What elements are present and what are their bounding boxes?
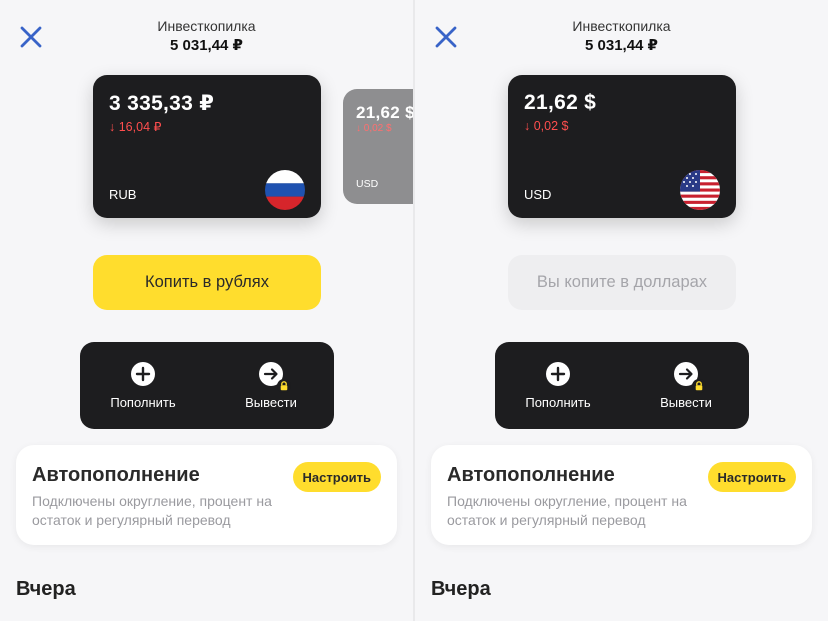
configure-button[interactable]: Настроить xyxy=(292,462,381,492)
topup-button[interactable]: Пополнить xyxy=(88,361,198,410)
page-title: Инвесткопилка xyxy=(572,18,671,34)
autotopup-description: Подключены округление, процент на остато… xyxy=(32,493,272,528)
card-amount: 21,62 $ xyxy=(356,103,413,122)
withdraw-button[interactable]: Вывести xyxy=(216,361,326,410)
autotopup-card[interactable]: Автопополнение Подключены округление, пр… xyxy=(431,445,812,545)
card-currency-code: RUB xyxy=(109,187,137,202)
section-header-yesterday: Вчера xyxy=(431,578,491,600)
card-currency-code: USD xyxy=(524,187,552,202)
saving-in-dollars-button[interactable]: Вы копите в долларах xyxy=(508,255,736,310)
section-header-yesterday: Вчера xyxy=(16,578,76,600)
card-amount: 21,62 $ xyxy=(524,91,597,114)
currency-card-rub[interactable]: 3 335,33 ₽ ↓ 16,04 ₽ RUB xyxy=(93,75,321,218)
screen-right: Инвесткопилка 5 031,44 ₽ 21,62 $ ↓ 0,02 … xyxy=(415,0,828,621)
currency-card-usd[interactable]: 21,62 $ ↓ 0,02 $ USD xyxy=(508,75,736,218)
usa-flag-icon xyxy=(680,170,720,210)
plus-circle-icon xyxy=(130,361,156,387)
card-change-value: 16,04 ₽ xyxy=(118,120,162,134)
lock-icon xyxy=(277,379,291,393)
arrow-right-circle-icon xyxy=(673,361,706,393)
card-currency-code: USD xyxy=(356,178,379,190)
withdraw-label: Вывести xyxy=(245,395,297,410)
arrow-right-circle-icon xyxy=(258,361,291,393)
withdraw-label: Вывести xyxy=(660,395,712,410)
autotopup-title: Автопополнение xyxy=(32,464,200,486)
currency-card-usd-peek[interactable]: 21,62 $ ↓ 0,02 $ USD xyxy=(343,89,413,204)
total-balance: 5 031,44 ₽ xyxy=(170,37,243,54)
actions-panel: Пополнить Вывести xyxy=(80,342,334,429)
lock-icon xyxy=(692,379,706,393)
configure-button[interactable]: Настроить xyxy=(707,462,796,492)
card-change-value: 0,02 $ xyxy=(533,119,569,133)
plus-circle-icon xyxy=(545,361,571,387)
page-title: Инвесткопилка xyxy=(157,18,256,34)
card-amount: 3 335,33 ₽ xyxy=(109,92,215,115)
autotopup-title: Автопополнение xyxy=(447,464,615,486)
autotopup-card[interactable]: Автопополнение Подключены округление, пр… xyxy=(16,445,397,545)
card-change: ↓ 0,02 $ xyxy=(524,119,569,133)
card-change: ↓ 16,04 ₽ xyxy=(109,120,162,134)
autotopup-description: Подключены округление, процент на остато… xyxy=(447,493,687,528)
actions-panel: Пополнить Вывести xyxy=(495,342,749,429)
topup-button[interactable]: Пополнить xyxy=(503,361,613,410)
total-balance: 5 031,44 ₽ xyxy=(585,37,658,54)
save-in-rubles-button[interactable]: Копить в рублях xyxy=(93,255,321,310)
russia-flag-icon xyxy=(265,170,305,210)
topup-label: Пополнить xyxy=(110,395,176,410)
card-change: ↓ 0,02 $ xyxy=(356,123,392,134)
screen-left: Инвесткопилка 5 031,44 ₽ 3 335,33 ₽ ↓ 16… xyxy=(0,0,413,621)
withdraw-button[interactable]: Вывести xyxy=(631,361,741,410)
card-change-value: 0,02 $ xyxy=(363,123,392,134)
topup-label: Пополнить xyxy=(525,395,591,410)
